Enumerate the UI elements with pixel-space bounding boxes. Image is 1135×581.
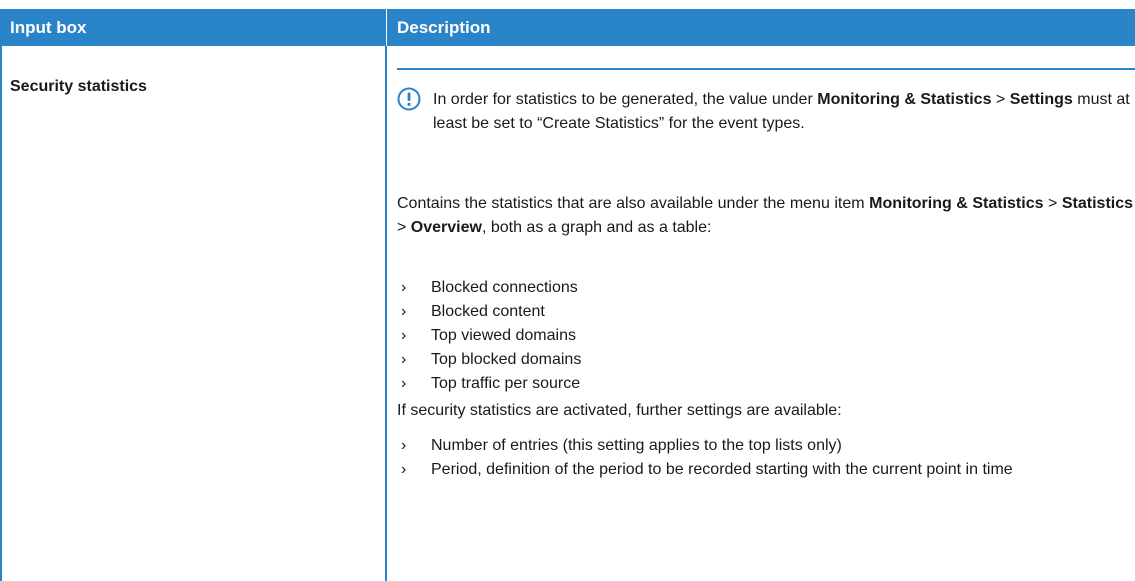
chevron-right-icon: › [401, 461, 407, 478]
note-menu-settings: Settings [1009, 91, 1073, 108]
description-paragraph: Contains the statistics that are also av… [397, 192, 1133, 240]
list-item: › Number of entries (this setting applies… [397, 434, 1133, 458]
menu-separator: > [1043, 195, 1062, 212]
note-rule [397, 68, 1135, 70]
chevron-right-icon: › [401, 375, 407, 392]
header-divider [386, 9, 387, 46]
menu-separator: > [397, 219, 411, 236]
column-header-input-box: Input box [10, 18, 87, 37]
paragraph-text: Contains the statistics that are also av… [397, 195, 870, 212]
paragraph-text: , both as a graph and as a table: [481, 219, 712, 236]
note-separator: > [991, 91, 1010, 108]
row-label: Security statistics [10, 78, 147, 95]
column-header-description: Description [397, 18, 491, 37]
statistics-list: › Blocked connections › Blocked content › T… [397, 276, 581, 396]
table-border-left [0, 46, 2, 581]
table-row: Security statistics In order for statist… [0, 46, 1135, 581]
menu-statistics: Statistics [1061, 195, 1134, 212]
settings-list: › Number of entries (this setting applies… [397, 434, 1133, 482]
settings-table: Input box Description Security statistic… [0, 9, 1135, 581]
list-item: › Top viewed domains [397, 324, 581, 348]
note-text-part: In order for statistics to be generated,… [433, 91, 818, 108]
note-menu-monitoring: Monitoring & Statistics [817, 91, 992, 108]
chevron-right-icon: › [401, 303, 407, 320]
list-item: › Top traffic per source [397, 372, 581, 396]
chevron-right-icon: › [401, 327, 407, 344]
menu-overview: Overview [410, 219, 482, 236]
chevron-right-icon: › [401, 351, 407, 368]
list-item: › Blocked connections [397, 276, 581, 300]
list-item: › Top blocked domains [397, 348, 581, 372]
column-divider [385, 46, 387, 581]
list-item: › Blocked content [397, 300, 581, 324]
note-text: In order for statistics to be generated,… [433, 88, 1133, 136]
exclamation-circle-icon [397, 87, 421, 111]
description-cell: In order for statistics to be generated,… [397, 46, 1135, 581]
table-header: Input box Description [0, 9, 1135, 46]
chevron-right-icon: › [401, 279, 407, 296]
settings-paragraph: If security statistics are activated, fu… [397, 402, 842, 419]
list-item: › Period, definition of the period to be … [397, 458, 1133, 482]
menu-monitoring: Monitoring & Statistics [869, 195, 1044, 212]
chevron-right-icon: › [401, 437, 407, 454]
